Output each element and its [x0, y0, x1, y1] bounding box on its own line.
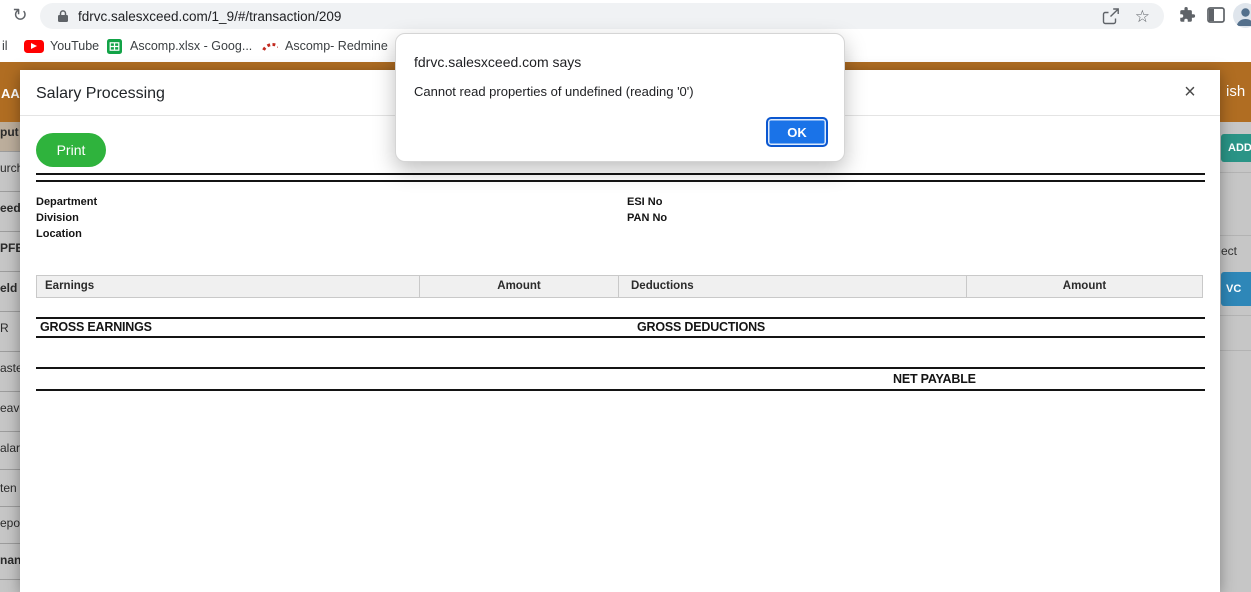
sidebar-item[interactable]: alary: [0, 441, 20, 455]
sidebar-divider: [0, 151, 20, 152]
extensions-puzzle-icon[interactable]: [1178, 6, 1196, 29]
sidebar-divider: [0, 579, 20, 580]
sidebar-item[interactable]: R: [0, 321, 20, 335]
side-panel-icon[interactable]: [1207, 7, 1225, 28]
reload-icon[interactable]: ↻: [8, 2, 32, 28]
separator-line: [36, 367, 878, 369]
bookmark-item-ascomp-redmine[interactable]: Ascomp- Redmine: [285, 39, 388, 53]
net-payable-label: NET PAYABLE: [878, 369, 1205, 389]
separator-line: [36, 336, 1205, 338]
right-panel-divider: [1220, 235, 1251, 236]
browser-toolbar: ↻ fdrvc.salesxceed.com/1_9/#/transaction…: [0, 0, 1251, 30]
vc-badge[interactable]: VC: [1221, 272, 1251, 306]
print-button[interactable]: Print: [36, 133, 106, 167]
redmine-icon: [261, 43, 278, 52]
net-payable-box: NET PAYABLE: [878, 367, 1205, 391]
division-label: Division: [36, 210, 79, 226]
sidebar-divider: [0, 351, 20, 352]
sidebar-item[interactable]: ten: [0, 481, 20, 495]
sidebar-item[interactable]: nan: [0, 553, 20, 567]
add-button[interactable]: ADD: [1221, 134, 1251, 162]
sidebar-item[interactable]: PFE: [0, 241, 20, 255]
deductions-amount-column-header: Amount: [966, 275, 1203, 298]
separator-line: [36, 389, 878, 391]
sidebar-item[interactable]: urch: [0, 161, 20, 175]
url-bar[interactable]: fdrvc.salesxceed.com/1_9/#/transaction/2…: [40, 3, 1164, 29]
bookmark-item-youtube[interactable]: YouTube: [50, 39, 99, 53]
lock-icon[interactable]: [57, 9, 69, 28]
sidebar-divider: [0, 543, 20, 544]
sidebar-divider: [0, 231, 20, 232]
gross-earnings-label: GROSS EARNINGS: [40, 320, 152, 334]
bookmark-star-icon[interactable]: ☆: [1135, 5, 1150, 29]
language-selector-fragment: ish: [1226, 83, 1245, 100]
alert-origin-title: fdrvc.salesxceed.com says: [414, 54, 581, 70]
gross-deductions-label: GROSS DEDUCTIONS: [637, 320, 765, 334]
location-label: Location: [36, 226, 82, 242]
url-text[interactable]: fdrvc.salesxceed.com/1_9/#/transaction/2…: [78, 9, 341, 24]
sidebar-item[interactable]: eld: [0, 281, 20, 295]
earnings-column-header: Earnings: [36, 275, 420, 298]
sidebar-divider: [0, 469, 20, 470]
modal-title: Salary Processing: [36, 85, 165, 103]
sidebar-divider: [0, 391, 20, 392]
select-label-fragment: ect: [1221, 244, 1237, 258]
separator-line: [36, 180, 1205, 182]
salary-table-header-row: Earnings Amount Deductions Amount: [36, 275, 1205, 298]
separator-line: [36, 173, 1205, 175]
close-icon[interactable]: ×: [1178, 80, 1202, 104]
profile-avatar[interactable]: [1233, 3, 1251, 28]
right-panel-divider: [1220, 350, 1251, 351]
screen: AAS ish put urch eed PFE eld R aste eave…: [0, 0, 1251, 592]
share-icon[interactable]: [1102, 8, 1120, 30]
google-sheets-icon: [107, 39, 122, 59]
sidebar-divider: [0, 191, 20, 192]
sidebar-divider: [0, 271, 20, 272]
sidebar-item[interactable]: epor: [0, 516, 20, 530]
js-alert-dialog: fdrvc.salesxceed.com says Cannot read pr…: [395, 33, 845, 162]
deductions-column-header: Deductions: [618, 275, 967, 298]
right-panel-divider: [1220, 172, 1251, 173]
bookmark-item-ascomp-xlsx[interactable]: Ascomp.xlsx - Goog...: [130, 39, 252, 53]
sidebar-item[interactable]: aste: [0, 361, 20, 375]
sidebar-item[interactable]: eed: [0, 201, 20, 215]
separator-line: [36, 317, 1205, 319]
right-panel-divider: [1220, 315, 1251, 316]
youtube-icon: [24, 40, 44, 53]
earnings-amount-column-header: Amount: [419, 275, 619, 298]
pan-no-label: PAN No: [627, 210, 667, 226]
department-label: Department: [36, 194, 97, 210]
sidebar-divider: [0, 431, 20, 432]
sidebar-divider: [0, 311, 20, 312]
alert-message: Cannot read properties of undefined (rea…: [414, 84, 694, 99]
bookmark-item-gmail-fragment[interactable]: il: [2, 39, 8, 53]
sidebar-item[interactable]: put: [0, 125, 20, 139]
ok-button[interactable]: OK: [766, 117, 828, 147]
sidebar-item[interactable]: eave: [0, 401, 20, 415]
sidebar-divider: [0, 506, 20, 507]
esi-no-label: ESI No: [627, 194, 662, 210]
